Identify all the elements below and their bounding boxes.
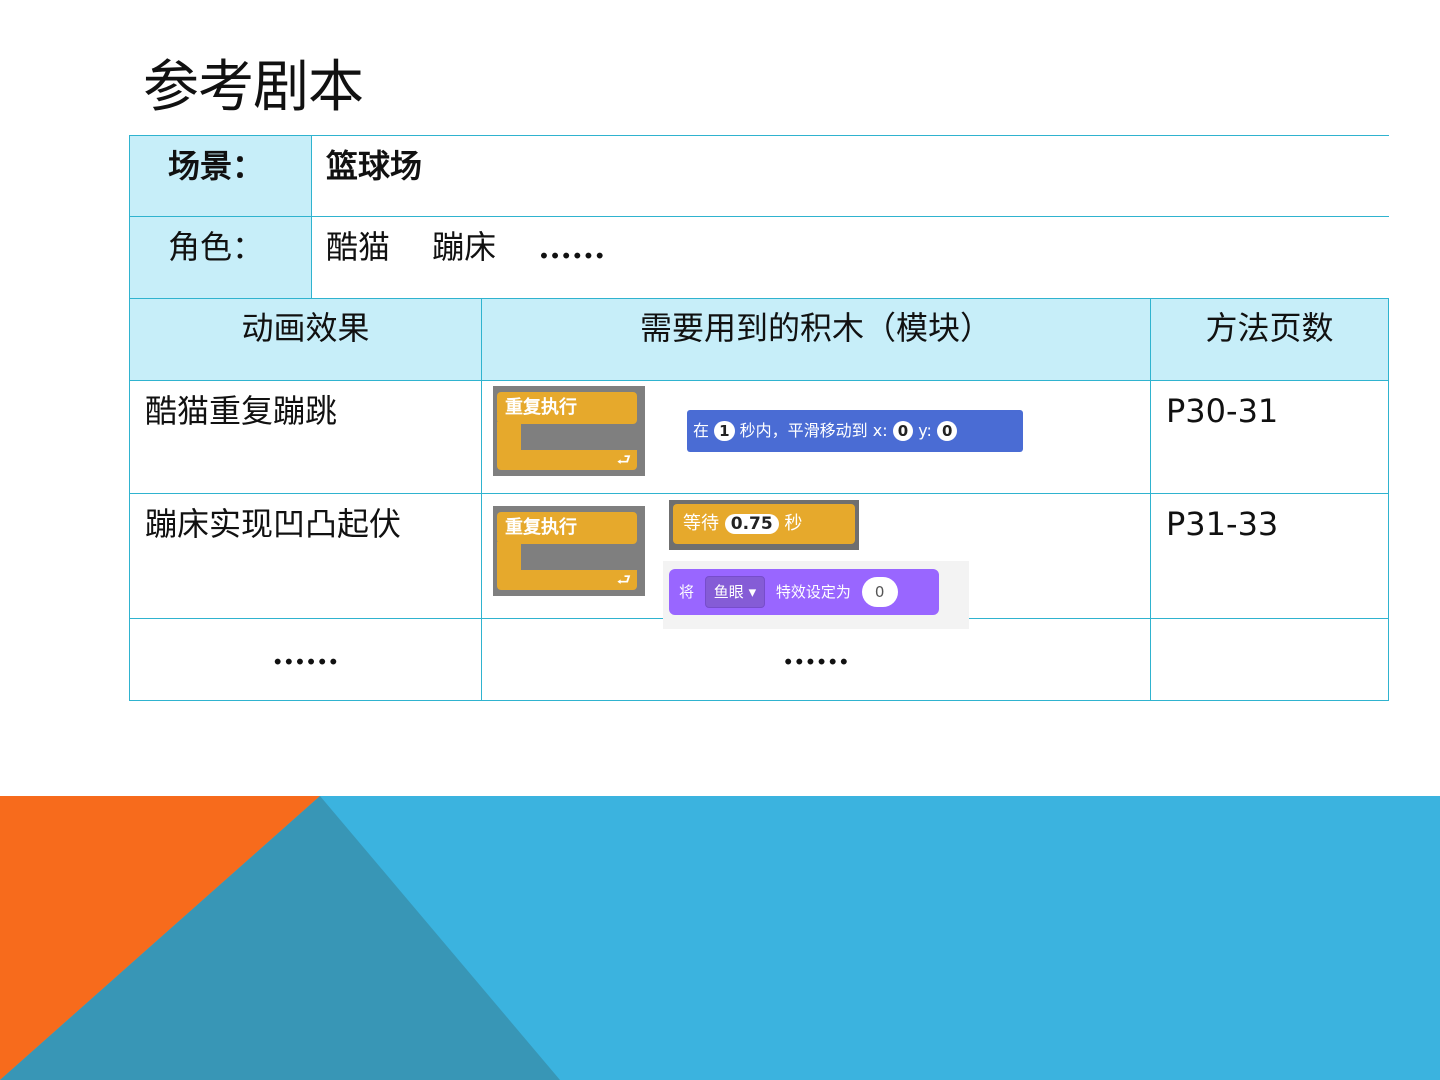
table-row-1-effect: 酷猫重复蹦跳 xyxy=(129,380,482,494)
header-pages-label: 方法页数 xyxy=(1205,309,1334,347)
glide-x: 0 xyxy=(892,421,914,441)
glide-prefix: 在 xyxy=(693,421,710,440)
forever-label: 重复执行 xyxy=(505,397,577,418)
effect-block-wrap: 将 鱼眼 ▾ 特效设定为 0 xyxy=(663,561,969,629)
effect-text: 蹦床实现凹凸起伏 xyxy=(145,505,402,543)
scene-value-cell: 篮球场 xyxy=(311,135,1389,217)
effect-text: ...... xyxy=(272,634,339,672)
glide-middle: 秒内，平滑移动到 x: xyxy=(739,421,888,440)
forever-label: 重复执行 xyxy=(505,517,577,538)
roles-more: ...... xyxy=(538,228,606,266)
roles-label-cell: 角色： xyxy=(129,216,312,299)
table-row-3-effect: ...... xyxy=(129,618,482,701)
table-row-2-effect: 蹦床实现凹凸起伏 xyxy=(129,493,482,619)
pages-text: P30-31 xyxy=(1166,392,1279,430)
scene-value: 篮球场 xyxy=(326,147,423,185)
table-row-3-pages xyxy=(1150,618,1389,701)
set-effect-block: 将 鱼眼 ▾ 特效设定为 0 xyxy=(669,569,939,615)
pages-text: P31-33 xyxy=(1166,505,1279,543)
glide-y-label: y: xyxy=(918,421,932,440)
effect-text: 酷猫重复蹦跳 xyxy=(145,392,338,430)
wait-block: 等待 0.75 秒 xyxy=(669,500,859,550)
wait-value: 0.75 xyxy=(724,514,779,534)
scene-label: 场景： xyxy=(168,147,265,185)
roles-value-cell: 酷猫 蹦床 ...... xyxy=(311,216,1389,299)
header-blocks-label: 需要用到的积木（模块） xyxy=(639,309,992,347)
forever-block: 重复执行 ⮐ xyxy=(493,386,645,476)
effect-dropdown: 鱼眼 ▾ xyxy=(704,576,766,608)
roles-label: 角色： xyxy=(168,228,265,266)
effect-value: 0 xyxy=(861,577,898,607)
effect-prefix: 将 xyxy=(679,583,695,601)
header-effect-label: 动画效果 xyxy=(241,309,370,347)
table-row-1-pages: P30-31 xyxy=(1150,380,1389,494)
page-title: 参考剧本 xyxy=(143,55,364,120)
forever-block: 重复执行 ⮐ xyxy=(493,506,645,596)
table-row-3-blocks: ...... xyxy=(481,618,1151,701)
decorative-footer xyxy=(0,796,1440,1080)
glide-block: 在 1 秒内，平滑移动到 x: 0 y: 0 xyxy=(687,410,1023,452)
header-blocks: 需要用到的积木（模块） xyxy=(481,298,1151,381)
header-effect: 动画效果 xyxy=(129,298,482,381)
loop-arrow-icon: ⮐ xyxy=(616,570,631,589)
glide-secs: 1 xyxy=(714,421,735,441)
script-table: 场景： 篮球场 角色： 酷猫 蹦床 ...... 动画效果 需要用到的积木（模块… xyxy=(129,135,1389,701)
blocks-text: ...... xyxy=(782,634,850,672)
header-pages: 方法页数 xyxy=(1150,298,1389,381)
glide-y: 0 xyxy=(937,421,958,441)
table-row-2-pages: P31-33 xyxy=(1150,493,1389,619)
wait-label: 等待 xyxy=(683,513,719,534)
wait-unit: 秒 xyxy=(784,513,803,534)
scene-label-cell: 场景： xyxy=(129,135,312,217)
roles-value: 酷猫 蹦床 xyxy=(326,228,539,266)
effect-middle: 特效设定为 xyxy=(775,583,851,601)
loop-arrow-icon: ⮐ xyxy=(616,450,631,469)
